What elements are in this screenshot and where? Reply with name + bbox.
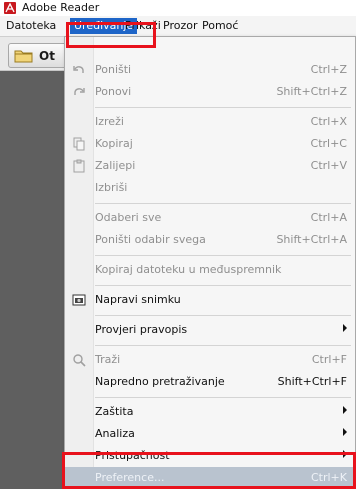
menu-item-zalijepi[interactable]: Zalijepi Ctrl+V [65, 155, 355, 177]
menu-item-shortcut: Ctrl+V [310, 159, 347, 172]
navigation-panel [0, 71, 65, 489]
undo-icon [72, 63, 86, 77]
title-bar: Adobe Reader [0, 0, 356, 17]
menu-item-izrezi[interactable]: Izreži Ctrl+X [65, 111, 355, 133]
paste-icon [72, 159, 86, 173]
menu-item-label: Kopiraj datoteku u međuspremnik [95, 263, 282, 276]
menu-item-label: Izbriši [95, 181, 128, 194]
menu-prozor[interactable]: Prozor [159, 18, 201, 34]
menu-item-label: Napravi snimku [95, 293, 181, 306]
copy-icon [72, 137, 86, 151]
open-button-label: Ot [39, 49, 55, 63]
submenu-arrow-icon [343, 450, 347, 458]
menu-item-shortcut: Shift+Ctrl+F [277, 375, 347, 388]
search-icon [72, 353, 86, 367]
menu-item-shortcut: Shift+Ctrl+Z [276, 85, 347, 98]
submenu-arrow-icon [343, 324, 347, 332]
menu-item-preference[interactable]: Preference... Ctrl+K [65, 467, 355, 489]
menu-datoteka[interactable]: Datoteka [2, 18, 60, 34]
menu-separator [95, 397, 351, 398]
menu-item-label: Zaštita [95, 405, 134, 418]
menu-item-label: Izreži [95, 115, 124, 128]
menu-item-ponisti[interactable]: Poništi Ctrl+Z [65, 59, 355, 81]
menu-item-label: Kopiraj [95, 137, 133, 150]
menu-item-provjeri-pravopis[interactable]: Provjeri pravopis [65, 319, 355, 341]
menu-item-label: Traži [95, 353, 121, 366]
menu-item-label: Poništi odabir svega [95, 233, 206, 246]
menu-item-shortcut: Ctrl+C [310, 137, 347, 150]
menu-item-pristupacnost[interactable]: Pristupačnost [65, 445, 355, 467]
menu-item-shortcut: Ctrl+X [310, 115, 347, 128]
adobe-reader-icon [4, 2, 16, 14]
menu-item-label: Napredno pretraživanje [95, 375, 225, 388]
menu-separator [95, 107, 351, 108]
menu-separator [95, 315, 351, 316]
menu-separator [95, 345, 351, 346]
menu-item-napravi-snimku[interactable]: Napravi snimku [65, 289, 355, 311]
snapshot-camera-icon [72, 293, 86, 307]
menu-item-shortcut: Ctrl+Z [310, 63, 347, 76]
menu-item-shortcut: Ctrl+K [310, 471, 347, 484]
menu-item-label: Odaberi sve [95, 211, 162, 224]
menu-item-izbrisi[interactable]: Izbriši [65, 177, 355, 199]
menu-item-kopiraj-datoteku[interactable]: Kopiraj datoteku u međuspremnik [65, 259, 355, 281]
edit-menu-dropdown: Poništi Ctrl+Z Ponovi Shift+Ctrl+Z Izrež… [64, 36, 356, 489]
menu-item-shortcut: Ctrl+A [310, 211, 347, 224]
menu-item-ponisti-odabir[interactable]: Poništi odabir svega Shift+Ctrl+A [65, 229, 355, 251]
menu-item-kopiraj[interactable]: Kopiraj Ctrl+C [65, 133, 355, 155]
menu-bar: Datoteka Uređivanje Prikaži Prozor Pomoć [0, 16, 356, 37]
menu-item-analiza[interactable]: Analiza [65, 423, 355, 445]
submenu-arrow-icon [343, 428, 347, 436]
folder-icon [14, 48, 34, 66]
menu-item-trazi[interactable]: Traži Ctrl+F [65, 349, 355, 371]
menu-item-shortcut: Shift+Ctrl+A [276, 233, 347, 246]
menu-item-zastita[interactable]: Zaštita [65, 401, 355, 423]
menu-pomoc[interactable]: Pomoć [198, 18, 242, 34]
menu-item-ponovi[interactable]: Ponovi Shift+Ctrl+Z [65, 81, 355, 103]
menu-item-label: Poništi [95, 63, 132, 76]
submenu-arrow-icon [343, 406, 347, 414]
menu-item-label: Ponovi [95, 85, 132, 98]
menu-item-napredno-pretrazivanje[interactable]: Napredno pretraživanje Shift+Ctrl+F [65, 371, 355, 393]
window-title: Adobe Reader [22, 1, 100, 14]
menu-item-odaberi-sve[interactable]: Odaberi sve Ctrl+A [65, 207, 355, 229]
redo-icon [72, 85, 86, 99]
menu-item-label: Preference... [95, 471, 165, 484]
menu-separator [95, 255, 351, 256]
menu-separator [95, 203, 351, 204]
menu-item-label: Analiza [95, 427, 135, 440]
menu-separator [95, 285, 351, 286]
menu-item-label: Provjeri pravopis [95, 323, 188, 336]
menu-item-label: Pristupačnost [95, 449, 170, 462]
menu-item-label: Zalijepi [95, 159, 136, 172]
menu-item-shortcut: Ctrl+F [311, 353, 347, 366]
